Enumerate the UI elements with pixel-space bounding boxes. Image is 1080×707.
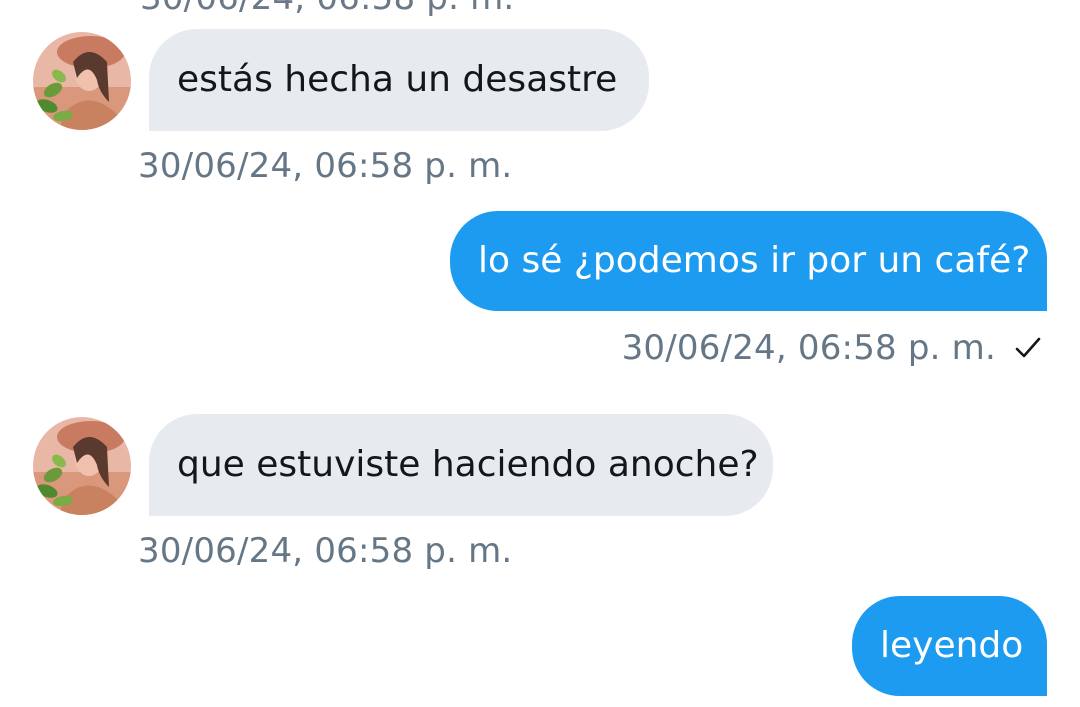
message-text: que estuviste haciendo anoche? <box>177 444 759 485</box>
message-text: leyendo <box>880 625 1024 666</box>
avatar[interactable] <box>33 417 131 515</box>
check-icon <box>1015 337 1041 358</box>
avatar-photo <box>33 32 131 130</box>
message-timestamp: 30/06/24, 06:58 p. m. <box>621 328 996 368</box>
incoming-message-bubble[interactable]: estás hecha un desastre <box>149 29 649 131</box>
avatar[interactable] <box>33 32 131 130</box>
avatar-photo <box>33 417 131 515</box>
message-timestamp: 30/06/24, 06:58 p. m. <box>140 0 514 18</box>
outgoing-message-bubble[interactable]: leyendo <box>852 596 1047 696</box>
message-text: lo sé ¿podemos ir por un café? <box>478 240 1031 281</box>
conversation-thread: 30/06/24, 06:58 p. m. estás hecha un des… <box>0 0 1080 707</box>
message-timestamp: 30/06/24, 06:58 p. m. <box>138 146 513 186</box>
message-timestamp: 30/06/24, 06:58 p. m. <box>138 531 513 571</box>
incoming-message-bubble[interactable]: que estuviste haciendo anoche? <box>149 414 773 516</box>
outgoing-message-bubble[interactable]: lo sé ¿podemos ir por un café? <box>450 211 1047 311</box>
message-text: estás hecha un desastre <box>177 59 618 100</box>
